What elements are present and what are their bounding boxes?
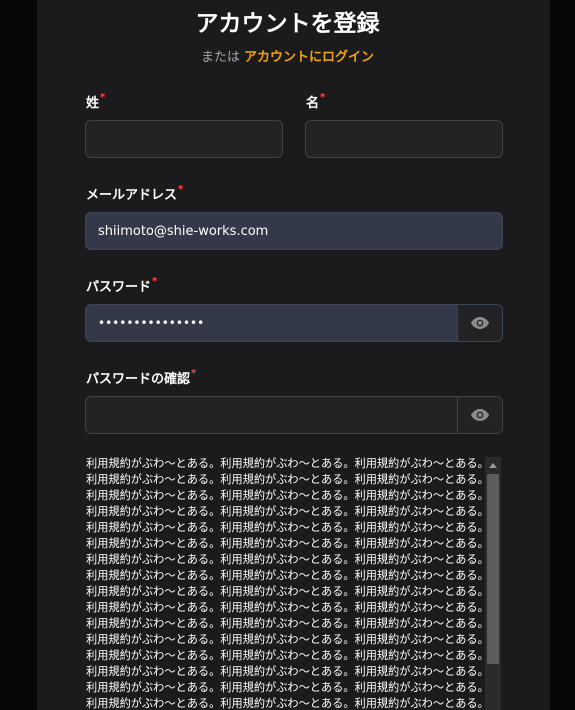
password-field[interactable]	[85, 304, 503, 342]
last-name-input[interactable]	[86, 121, 282, 157]
terms-line: 利用規約がぶわ～とある。利用規約がぶわ～とある。利用規約がぶわ～とある。	[86, 537, 486, 550]
terms-line: 利用規約がぶわ～とある。利用規約がぶわ～とある。利用規約がぶわ～とある。	[86, 553, 486, 566]
password-label-text: パスワード	[86, 280, 152, 295]
last-name-label-text: 姓	[86, 96, 100, 111]
subtitle-prefix: または	[200, 50, 240, 65]
terms-scrollbar[interactable]	[485, 457, 501, 710]
first-name-label: 名*	[306, 92, 325, 111]
terms-line: 利用規約がぶわ～とある。利用規約がぶわ～とある。利用規約がぶわ～とある。	[86, 617, 486, 630]
terms-line: 利用規約がぶわ～とある。利用規約がぶわ～とある。利用規約がぶわ～とある。	[86, 681, 486, 694]
eye-icon	[471, 409, 489, 421]
required-mark: *	[152, 276, 158, 287]
first-name-label-text: 名	[306, 96, 320, 111]
required-mark: *	[178, 184, 184, 195]
password-confirm-input[interactable]	[86, 397, 457, 433]
email-field[interactable]	[85, 212, 503, 250]
terms-line: 利用規約がぶわ～とある。利用規約がぶわ～とある。利用規約がぶわ～とある。	[86, 601, 486, 614]
first-name-field[interactable]	[305, 120, 503, 158]
scroll-up-button[interactable]	[485, 457, 501, 473]
email-input[interactable]	[86, 213, 502, 249]
subtitle: または アカウントにログイン	[0, 46, 575, 65]
first-name-input[interactable]	[306, 121, 502, 157]
terms-line: 利用規約がぶわ～とある。利用規約がぶわ～とある。利用規約がぶわ～とある。	[86, 521, 486, 534]
email-label: メールアドレス*	[86, 184, 183, 203]
terms-line: 利用規約がぶわ～とある。利用規約がぶわ～とある。利用規約がぶわ～とある。	[86, 505, 486, 518]
password-label: パスワード*	[86, 276, 157, 295]
email-label-text: メールアドレス	[86, 188, 178, 203]
terms-line: 利用規約がぶわ～とある。利用規約がぶわ～とある。利用規約がぶわ～とある。	[86, 473, 486, 486]
required-mark: *	[100, 92, 106, 103]
terms-line: 利用規約がぶわ～とある。利用規約がぶわ～とある。利用規約がぶわ～とある。	[86, 665, 486, 678]
login-link[interactable]: アカウントにログイン	[244, 50, 374, 65]
terms-line: 利用規約がぶわ～とある。利用規約がぶわ～とある。利用規約がぶわ～とある。	[86, 457, 486, 470]
terms-line: 利用規約がぶわ～とある。利用規約がぶわ～とある。利用規約がぶわ～とある。	[86, 633, 486, 646]
password-confirm-label-text: パスワードの確認	[86, 372, 191, 387]
last-name-field[interactable]	[85, 120, 283, 158]
password-input[interactable]	[86, 305, 457, 341]
terms-line: 利用規約がぶわ～とある。利用規約がぶわ～とある。利用規約がぶわ～とある。	[86, 585, 486, 598]
password-visibility-toggle[interactable]	[457, 305, 502, 341]
terms-line: 利用規約がぶわ～とある。利用規約がぶわ～とある。利用規約がぶわ～とある。	[86, 569, 486, 582]
password-confirm-label: パスワードの確認*	[86, 368, 196, 387]
terms-text[interactable]: 利用規約がぶわ～とある。利用規約がぶわ～とある。利用規約がぶわ～とある。 利用規…	[86, 456, 486, 710]
password-confirm-field[interactable]	[85, 396, 503, 434]
page-title: アカウントを登録	[195, 11, 380, 37]
terms-line: 利用規約がぶわ～とある。利用規約がぶわ～とある。利用規約がぶわ～とある。	[86, 697, 486, 710]
eye-icon	[471, 317, 489, 329]
required-mark: *	[320, 92, 326, 103]
terms-line: 利用規約がぶわ～とある。利用規約がぶわ～とある。利用規約がぶわ～とある。	[86, 489, 486, 502]
required-mark: *	[191, 368, 197, 379]
scrollbar-thumb[interactable]	[487, 474, 499, 664]
last-name-label: 姓*	[86, 92, 105, 111]
password-confirm-visibility-toggle[interactable]	[457, 397, 502, 433]
terms-line: 利用規約がぶわ～とある。利用規約がぶわ～とある。利用規約がぶわ～とある。	[86, 649, 486, 662]
triangle-up-icon	[489, 462, 497, 468]
